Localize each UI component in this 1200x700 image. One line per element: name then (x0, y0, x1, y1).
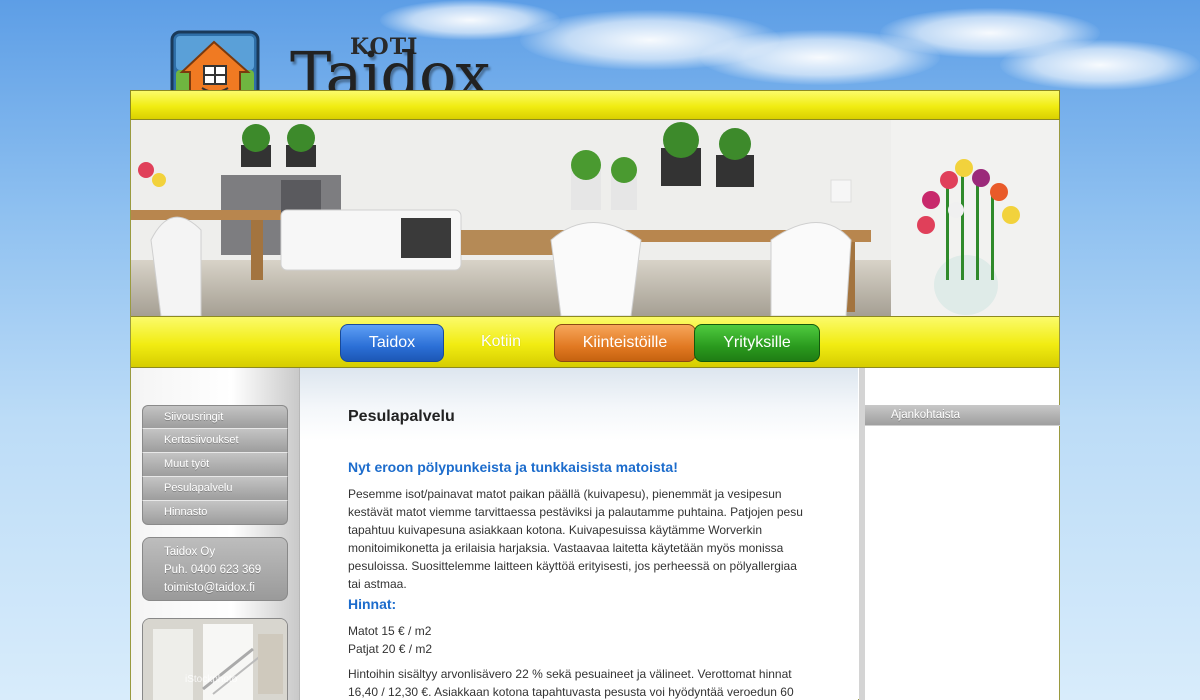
sidebar-item-pesulapalvelu[interactable]: Pesulapalvelu (142, 477, 288, 501)
nav-taidox-button[interactable]: Taidox (340, 324, 444, 362)
contact-box: Taidox Oy Puh. 0400 623 369 toimisto@tai… (142, 537, 288, 601)
content-subheading: Nyt eroon pölypunkeista ja tunkkaisista … (348, 459, 678, 475)
price-list: Matot 15 € / m2 Patjat 20 € / m2 (348, 622, 808, 658)
news-tab[interactable]: Ajankohtaista (865, 405, 1060, 425)
main-content: Pesulapalvelu Nyt eroon pölypunkeista ja… (300, 368, 858, 700)
sidebar-item-hinnasto[interactable]: Hinnasto (142, 501, 288, 525)
sidebar-item-kertasiivoukset[interactable]: Kertasiivoukset (142, 429, 288, 453)
price-line-matot: Matot 15 € / m2 (348, 624, 432, 638)
sidebar-item-muut-tyot[interactable]: Muut työt (142, 453, 288, 477)
contact-company: Taidox Oy (164, 546, 216, 558)
cloud (1000, 40, 1200, 90)
nav-yrityksille-button[interactable]: Yrityksille (694, 324, 820, 362)
sidebar-item-siivousringit[interactable]: Siivousringit (142, 405, 288, 429)
sidebar-menu: Siivousringit Kertasiivoukset Muut työt … (142, 405, 288, 525)
content-paragraph-tax: Hintoihin sisältyy arvonlisävero 22 % se… (348, 667, 794, 699)
photo-watermark: iStockphoto (185, 674, 238, 685)
sidebar-photo: iStockphoto (142, 618, 288, 700)
page-title: Pesulapalvelu (348, 408, 455, 425)
content-paragraph: Pesemme isot/painavat matot paikan pääll… (348, 487, 803, 591)
nav-kotiin-button[interactable]: Kotiin (451, 324, 551, 362)
contact-phone: Puh. 0400 623 369 (164, 564, 262, 576)
divider (865, 425, 1060, 426)
nav-kiinteistoille-button[interactable]: Kiinteistöille (554, 324, 696, 362)
header-yellow-bar (130, 90, 1060, 120)
contact-email[interactable]: toimisto@taidox.fi (164, 579, 287, 597)
left-sidebar: Siivousringit Kertasiivoukset Muut työt … (131, 368, 300, 700)
main-nav-bar: Taidox Kotiin Kiinteistöille Yrityksille (131, 317, 1059, 368)
price-line-patjat: Patjat 20 € / m2 (348, 642, 433, 656)
right-sidebar: Ajankohtaista (859, 368, 1060, 700)
hero-interior-image (131, 120, 1059, 317)
prices-heading: Hinnat: (348, 596, 397, 612)
